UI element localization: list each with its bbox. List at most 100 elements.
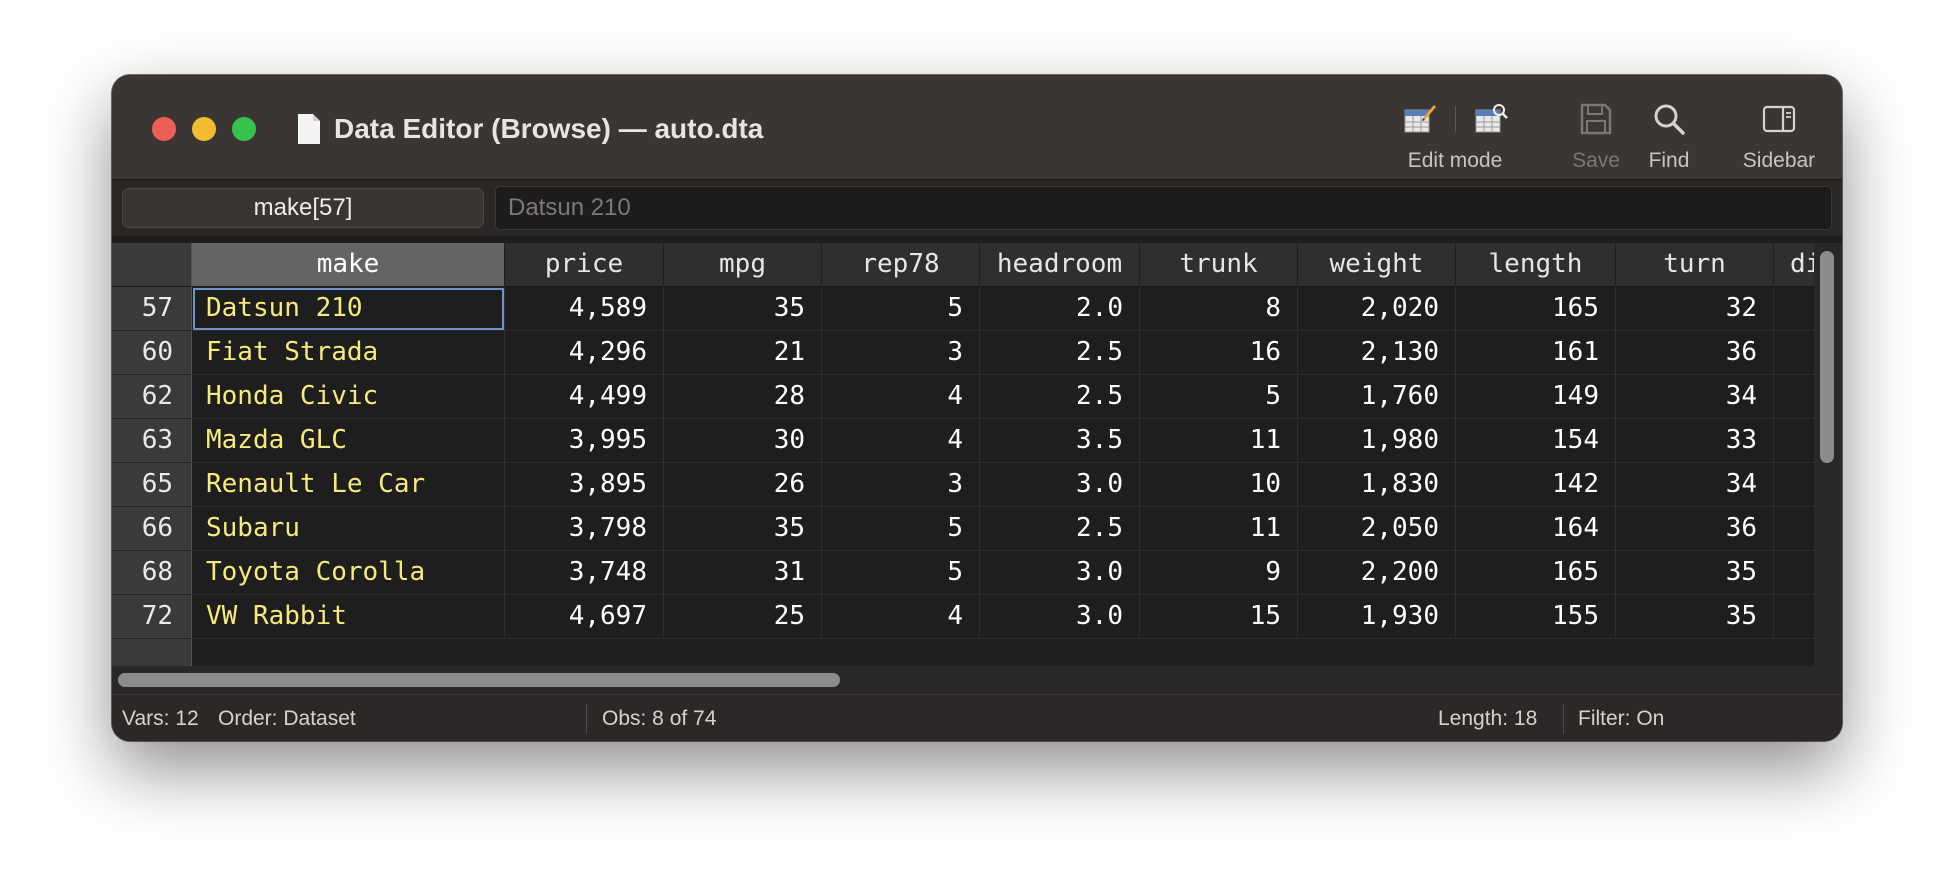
cell-headroom[interactable]: 2.5 [980, 331, 1140, 375]
cell-weight[interactable]: 1,760 [1298, 375, 1456, 419]
maximize-window-button[interactable] [232, 117, 256, 141]
cell-di[interactable] [1774, 463, 1814, 507]
cell-length[interactable]: 165 [1456, 287, 1616, 331]
cell-mpg[interactable]: 35 [664, 287, 822, 331]
cell-value-field[interactable]: Datsun 210 [495, 186, 1832, 230]
cell-length[interactable]: 161 [1456, 331, 1616, 375]
cell-price[interactable]: 4,499 [505, 375, 664, 419]
cell-weight[interactable]: 1,830 [1298, 463, 1456, 507]
cell-length[interactable]: 155 [1456, 595, 1616, 639]
cell-rep78[interactable]: 5 [822, 551, 980, 595]
cell-mpg[interactable]: 31 [664, 551, 822, 595]
data-grid[interactable]: make price mpg rep78 headroom trunk weight leng… [112, 243, 1814, 666]
cell-trunk[interactable]: 11 [1140, 419, 1298, 463]
vertical-scrollbar-thumb[interactable] [1820, 251, 1834, 463]
cell-di[interactable] [1774, 507, 1814, 551]
cell-rep78[interactable]: 5 [822, 287, 980, 331]
cell-length[interactable]: 142 [1456, 463, 1616, 507]
cell-mpg[interactable]: 25 [664, 595, 822, 639]
edit-mode-label[interactable]: Edit mode [1408, 149, 1503, 173]
cell-turn[interactable]: 34 [1616, 463, 1774, 507]
cell-weight[interactable]: 2,130 [1298, 331, 1456, 375]
cell-turn[interactable]: 35 [1616, 551, 1774, 595]
cell-turn[interactable]: 36 [1616, 507, 1774, 551]
cell-headroom[interactable]: 2.0 [980, 287, 1140, 331]
cell-price[interactable]: 3,798 [505, 507, 664, 551]
row-header[interactable]: 65 [112, 463, 192, 507]
column-header-turn[interactable]: turn [1616, 243, 1774, 287]
cell-rep78[interactable]: 3 [822, 463, 980, 507]
row-header[interactable]: 63 [112, 419, 192, 463]
cell-turn[interactable]: 34 [1616, 375, 1774, 419]
cell-trunk[interactable]: 16 [1140, 331, 1298, 375]
cell-weight[interactable]: 1,980 [1298, 419, 1456, 463]
cell-mpg[interactable]: 35 [664, 507, 822, 551]
row-header[interactable]: 68 [112, 551, 192, 595]
cell-mpg[interactable]: 30 [664, 419, 822, 463]
cell-di[interactable] [1774, 331, 1814, 375]
cell-price[interactable]: 3,995 [505, 419, 664, 463]
cell-make[interactable]: Honda Civic [192, 375, 505, 419]
column-header-di[interactable]: di [1774, 243, 1814, 287]
cell-rep78[interactable]: 4 [822, 419, 980, 463]
column-header-mpg[interactable]: mpg [664, 243, 822, 287]
cell-make[interactable]: Renault Le Car [192, 463, 505, 507]
cell-trunk[interactable]: 10 [1140, 463, 1298, 507]
cell-make[interactable]: Subaru [192, 507, 505, 551]
cell-headroom[interactable]: 3.0 [980, 463, 1140, 507]
cell-rep78[interactable]: 4 [822, 375, 980, 419]
close-window-button[interactable] [152, 117, 176, 141]
horizontal-scrollbar-thumb[interactable] [118, 673, 840, 687]
cell-length[interactable]: 164 [1456, 507, 1616, 551]
row-header[interactable]: 60 [112, 331, 192, 375]
browse-mode-icon[interactable] [1474, 102, 1508, 136]
cell-mpg[interactable]: 21 [664, 331, 822, 375]
edit-mode-icon[interactable] [1403, 102, 1437, 136]
cell-length[interactable]: 165 [1456, 551, 1616, 595]
cell-headroom[interactable]: 2.5 [980, 375, 1140, 419]
cell-price[interactable]: 4,697 [505, 595, 664, 639]
cell-weight[interactable]: 1,930 [1298, 595, 1456, 639]
row-header[interactable]: 62 [112, 375, 192, 419]
cell-di[interactable] [1774, 287, 1814, 331]
cell-price[interactable]: 3,895 [505, 463, 664, 507]
cell-rep78[interactable]: 5 [822, 507, 980, 551]
cell-price[interactable]: 4,296 [505, 331, 664, 375]
column-header-headroom[interactable]: headroom [980, 243, 1140, 287]
cell-length[interactable]: 154 [1456, 419, 1616, 463]
cell-mpg[interactable]: 26 [664, 463, 822, 507]
grid-corner[interactable] [112, 243, 192, 287]
cell-trunk[interactable]: 5 [1140, 375, 1298, 419]
sidebar-button[interactable]: Sidebar [1724, 99, 1834, 173]
column-header-price[interactable]: price [505, 243, 664, 287]
cell-headroom[interactable]: 3.5 [980, 419, 1140, 463]
cell-make[interactable]: Toyota Corolla [192, 551, 505, 595]
cell-trunk[interactable]: 15 [1140, 595, 1298, 639]
cell-weight[interactable]: 2,050 [1298, 507, 1456, 551]
row-header[interactable]: 66 [112, 507, 192, 551]
cell-headroom[interactable]: 3.0 [980, 551, 1140, 595]
cell-weight[interactable]: 2,020 [1298, 287, 1456, 331]
cell-weight[interactable]: 2,200 [1298, 551, 1456, 595]
cell-di[interactable] [1774, 419, 1814, 463]
column-header-weight[interactable]: weight [1298, 243, 1456, 287]
cell-trunk[interactable]: 11 [1140, 507, 1298, 551]
cell-turn[interactable]: 33 [1616, 419, 1774, 463]
cell-di[interactable] [1774, 551, 1814, 595]
cell-make[interactable]: Datsun 210 [192, 287, 505, 331]
cell-mpg[interactable]: 28 [664, 375, 822, 419]
cell-headroom[interactable]: 3.0 [980, 595, 1140, 639]
current-cell-name[interactable]: make[57] [122, 188, 484, 228]
cell-trunk[interactable]: 9 [1140, 551, 1298, 595]
cell-length[interactable]: 149 [1456, 375, 1616, 419]
row-header[interactable] [112, 639, 192, 666]
cell-make[interactable]: Mazda GLC [192, 419, 505, 463]
cell-turn[interactable]: 32 [1616, 287, 1774, 331]
column-header-make[interactable]: make [192, 243, 505, 287]
column-header-length[interactable]: length [1456, 243, 1616, 287]
cell-headroom[interactable]: 2.5 [980, 507, 1140, 551]
cell-make[interactable]: VW Rabbit [192, 595, 505, 639]
cell-di[interactable] [1774, 595, 1814, 639]
find-button[interactable]: Find [1634, 99, 1704, 173]
cell-price[interactable]: 4,589 [505, 287, 664, 331]
